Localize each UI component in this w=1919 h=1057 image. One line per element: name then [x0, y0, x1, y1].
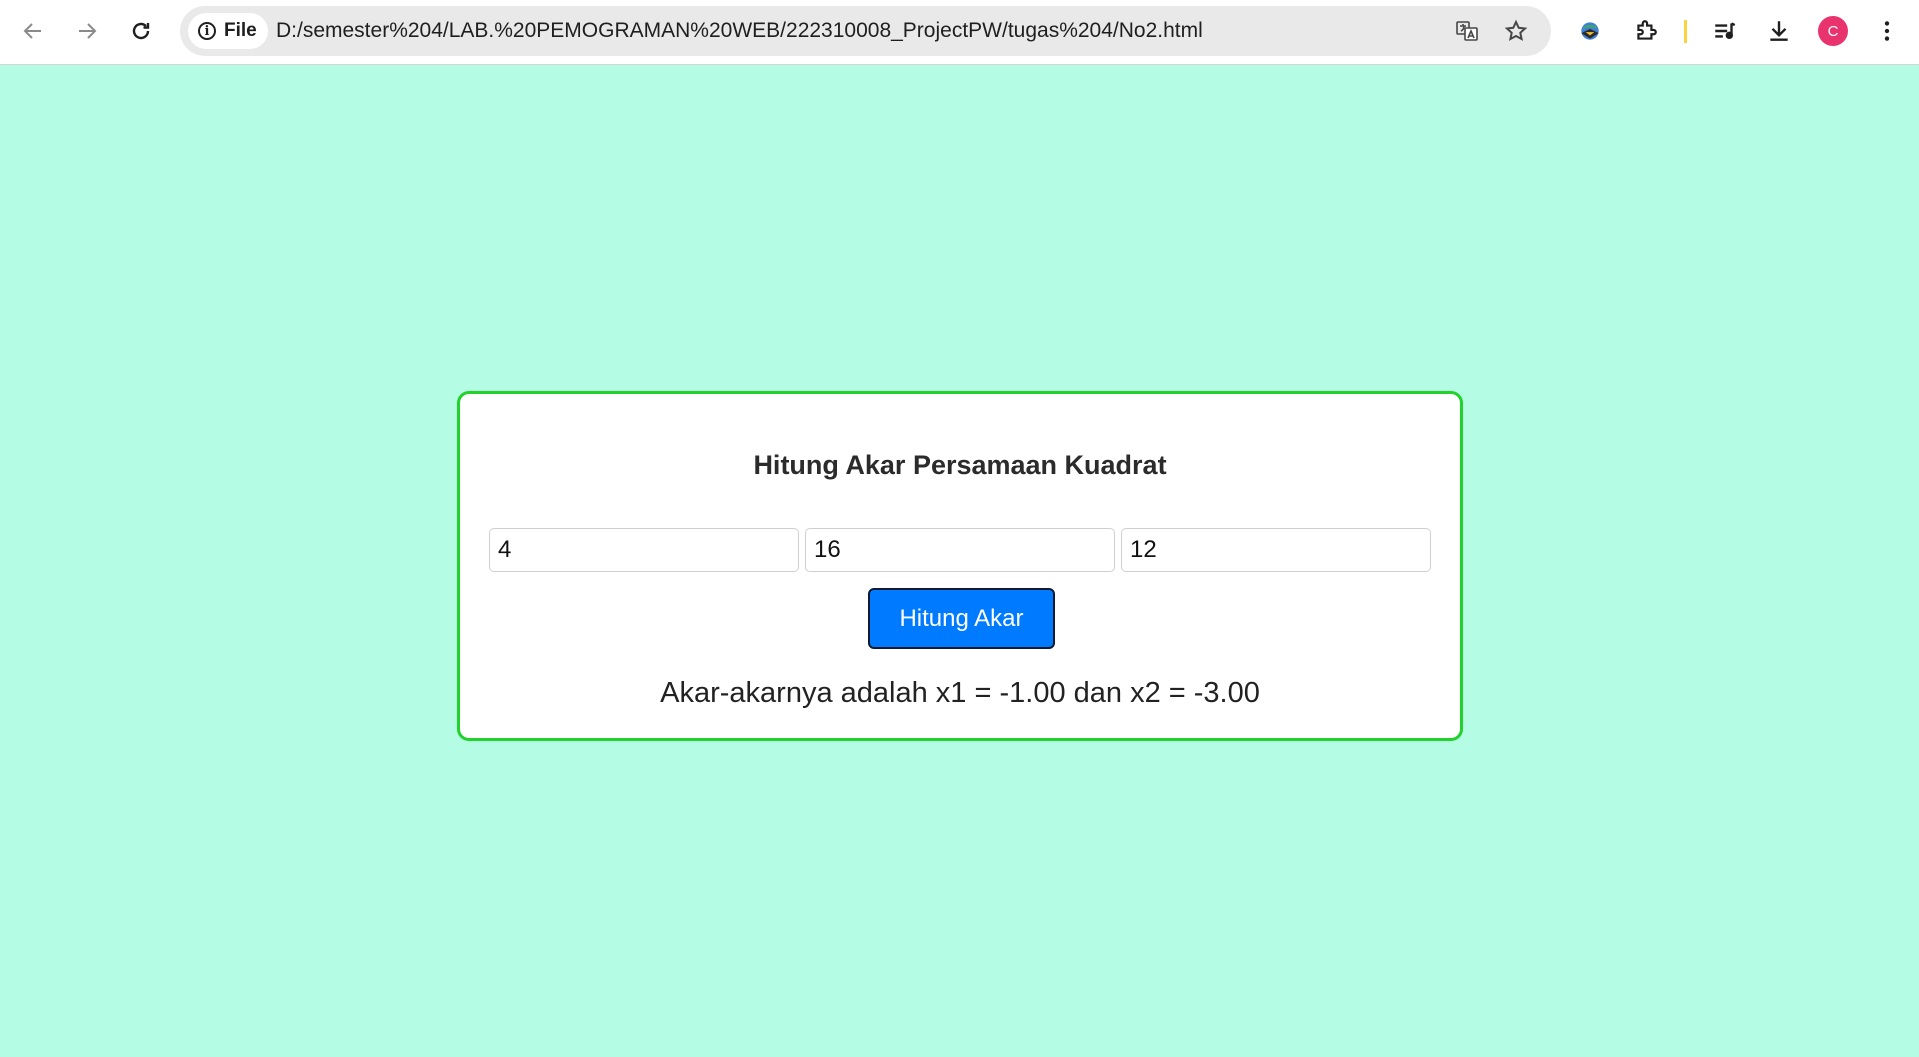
reload-icon: [132, 22, 150, 40]
site-info-chip[interactable]: i File: [188, 13, 268, 49]
url-text[interactable]: D:/semester%204/LAB.%20PEMOGRAMAN%20WEB/…: [276, 6, 1203, 56]
reload-button[interactable]: [122, 12, 160, 50]
translate-button[interactable]: [1453, 17, 1481, 45]
site-chip-label: File: [224, 20, 257, 41]
coefficient-b-input[interactable]: [805, 528, 1115, 572]
back-icon: [23, 23, 41, 39]
coefficient-a-input[interactable]: [489, 528, 799, 572]
profile-avatar[interactable]: C: [1818, 16, 1848, 46]
download-icon: [1770, 21, 1788, 41]
page-title: Hitung Akar Persamaan Kuadrat: [753, 450, 1167, 480]
extensions-button[interactable]: [1628, 13, 1664, 49]
browser-toolbar: i File D:/semester%204/LAB.%20PEMOGRAMAN…: [0, 0, 1919, 65]
bookmark-star-icon: [1504, 19, 1528, 41]
back-button[interactable]: [14, 12, 52, 50]
downloads-button[interactable]: [1761, 13, 1797, 49]
idm-extension-icon: [1581, 22, 1599, 40]
toolbar-divider: [1684, 20, 1687, 43]
info-icon: i: [198, 22, 216, 40]
bookmark-button[interactable]: [1502, 17, 1530, 45]
forward-icon: [79, 23, 97, 39]
result-text: Akar-akarnya adalah x1 = -1.00 dan x2 = …: [660, 677, 1260, 709]
address-bar[interactable]: i File D:/semester%204/LAB.%20PEMOGRAMAN…: [180, 6, 1551, 56]
idm-extension-button[interactable]: [1572, 13, 1608, 49]
more-menu-button[interactable]: [1869, 13, 1905, 49]
extensions-puzzle-icon: [1637, 20, 1657, 40]
media-queue-icon: [1715, 22, 1736, 40]
media-queue-button[interactable]: [1707, 13, 1743, 49]
hitung-akar-button[interactable]: Hitung Akar: [868, 588, 1055, 649]
translate-icon: [1456, 21, 1478, 41]
more-menu-icon: [1884, 21, 1890, 41]
quadratic-calculator-card: Hitung Akar Persamaan Kuadrat Hitung Aka…: [457, 391, 1463, 741]
coefficient-c-input[interactable]: [1121, 528, 1431, 572]
forward-button[interactable]: [68, 12, 106, 50]
